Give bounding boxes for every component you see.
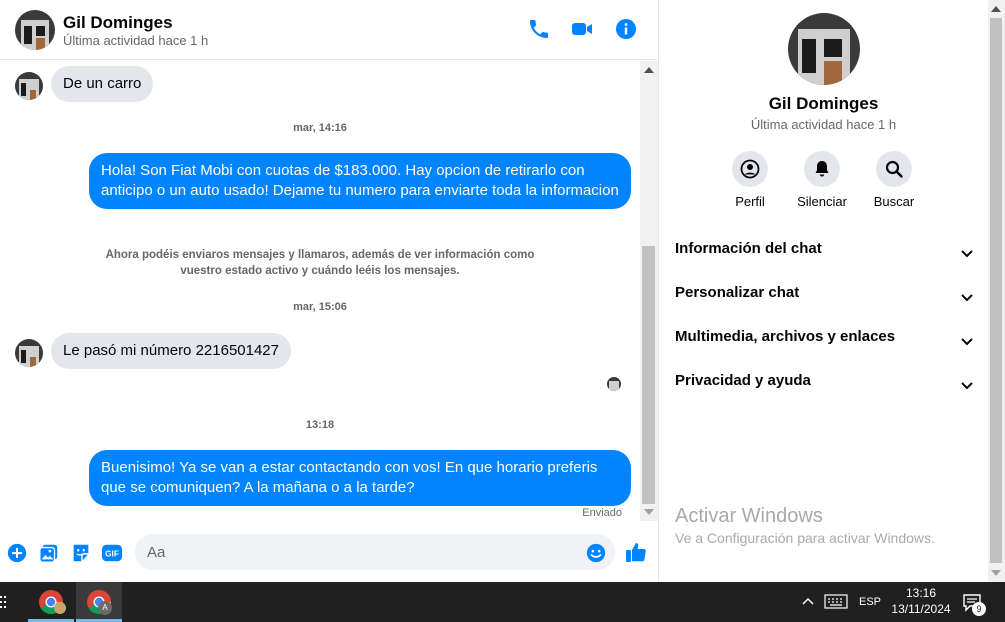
- scroll-down-arrow[interactable]: [991, 570, 1001, 576]
- system-clock[interactable]: 13:16 13/11/2024: [886, 585, 956, 617]
- taskbar-chrome-app-active[interactable]: A: [76, 582, 122, 622]
- bell-icon: [815, 161, 829, 177]
- seen-indicator-avatar: [607, 377, 621, 391]
- chevron-down-icon: [961, 338, 973, 346]
- section-label: Personalizar chat: [675, 284, 800, 301]
- svg-text:GIF: GIF: [105, 550, 119, 559]
- photo-icon[interactable]: [38, 542, 60, 564]
- message-timestamp: 13:18: [305, 419, 335, 431]
- chevron-up-icon[interactable]: [802, 596, 814, 606]
- conversation-info-pane: Gil Dominges Última actividad hace 1 h P…: [659, 0, 988, 582]
- scroll-up-arrow[interactable]: [991, 6, 1001, 12]
- thumbs-up-icon[interactable]: [624, 540, 648, 564]
- section-media-files-links[interactable]: Multimedia, archivos y enlaces: [675, 328, 975, 356]
- contact-name[interactable]: Gil Dominges: [63, 13, 173, 33]
- clock-time: 13:16: [905, 586, 937, 600]
- profile-label: Perfil: [735, 194, 765, 209]
- scroll-up-arrow[interactable]: [644, 67, 654, 73]
- phone-icon[interactable]: [527, 17, 551, 41]
- scroll-thumb[interactable]: [990, 18, 1002, 563]
- section-privacy-help[interactable]: Privacidad y ayuda: [675, 372, 975, 400]
- chat-scrollbar[interactable]: [640, 61, 658, 521]
- chat-pane: Gil Dominges Última actividad hace 1 h D…: [0, 0, 659, 582]
- info-contact-status: Última actividad hace 1 h: [750, 117, 897, 132]
- info-icon[interactable]: [614, 17, 638, 41]
- scroll-down-arrow[interactable]: [644, 509, 654, 515]
- input-language[interactable]: ESP: [859, 596, 881, 608]
- privacy-notice: Ahora podéis enviaros mensajes y llamaro…: [105, 249, 535, 277]
- sent-receipt: Enviado: [582, 507, 622, 519]
- section-label: Privacidad y ayuda: [675, 372, 811, 389]
- profile-badge: A: [98, 601, 112, 615]
- contact-avatar-small: [15, 72, 43, 100]
- message-incoming[interactable]: De un carro: [51, 66, 154, 102]
- sticker-icon[interactable]: [70, 542, 92, 564]
- message-list[interactable]: De un carro mar, 14:16 Hola! Son Fiat Mo…: [0, 61, 640, 521]
- message-composer: GIF: [0, 524, 658, 582]
- taskbar-chrome-app[interactable]: [28, 582, 74, 622]
- profile-button[interactable]: Perfil: [710, 151, 790, 209]
- clock-date: 13/11/2024: [891, 602, 951, 616]
- gif-icon[interactable]: GIF: [101, 542, 123, 564]
- contact-status: Última actividad hace 1 h: [63, 33, 209, 48]
- search-icon: [885, 160, 903, 178]
- message-input[interactable]: [135, 534, 615, 570]
- message-timestamp: mar, 14:16: [293, 122, 347, 134]
- mute-label: Silenciar: [797, 194, 847, 209]
- section-chat-info[interactable]: Información del chat: [675, 240, 975, 268]
- task-view-icon[interactable]: [0, 595, 10, 609]
- page-scrollbar[interactable]: [988, 0, 1005, 582]
- info-contact-name: Gil Dominges: [768, 94, 879, 113]
- section-customize-chat[interactable]: Personalizar chat: [675, 284, 975, 312]
- messenger-app: Gil Dominges Última actividad hace 1 h D…: [0, 0, 1005, 582]
- chat-header: Gil Dominges Última actividad hace 1 h: [0, 0, 658, 60]
- chevron-down-icon: [961, 294, 973, 302]
- keyboard-icon[interactable]: [824, 594, 848, 610]
- message-outgoing[interactable]: Buenisimo! Ya se van a estar contactando…: [89, 450, 631, 506]
- activate-windows-subtitle: Ve a Configuración para activar Windows.: [675, 530, 935, 546]
- windows-taskbar: A ESP 13:16 13/11/2024 9: [0, 582, 1005, 622]
- contact-avatar-small: [15, 339, 43, 367]
- message-outgoing[interactable]: Hola! Son Fiat Mobi con cuotas de $183.0…: [89, 153, 631, 209]
- profile-badge: [54, 602, 66, 614]
- emoji-icon[interactable]: [585, 542, 607, 564]
- section-label: Información del chat: [675, 240, 822, 257]
- video-call-icon[interactable]: [570, 17, 594, 41]
- profile-icon: [740, 159, 760, 179]
- mute-button[interactable]: Silenciar: [782, 151, 862, 209]
- message-incoming[interactable]: Le pasó mi número 2216501427: [51, 333, 291, 369]
- plus-circle-icon[interactable]: [6, 542, 28, 564]
- message-timestamp: mar, 15:06: [293, 301, 347, 313]
- scroll-thumb[interactable]: [642, 246, 655, 504]
- notification-count: 9: [972, 602, 986, 616]
- search-label: Buscar: [873, 194, 915, 209]
- chevron-down-icon: [961, 382, 973, 390]
- contact-avatar-large[interactable]: [788, 13, 860, 85]
- chevron-down-icon: [961, 250, 973, 258]
- contact-avatar[interactable]: [15, 10, 55, 50]
- search-button[interactable]: Buscar: [854, 151, 934, 209]
- activate-windows-title: Activar Windows: [675, 505, 823, 527]
- section-label: Multimedia, archivos y enlaces: [675, 328, 896, 345]
